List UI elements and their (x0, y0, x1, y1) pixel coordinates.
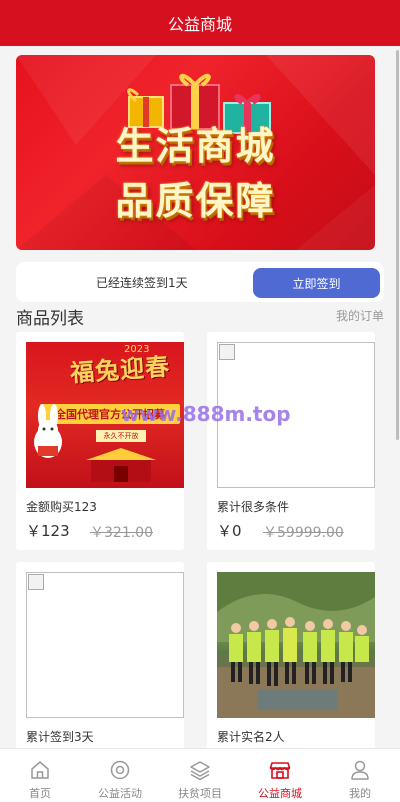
product-price: ￥0 (217, 522, 242, 540)
tab-charity-activities-label: 公益活动 (98, 787, 142, 800)
product-price: ￥123 (26, 522, 70, 540)
product-card[interactable]: 2023 福兔迎春 全国代理官方公开招募 永久不开放 金额购买123 ￥123 … (16, 332, 184, 550)
product-name: 累计很多条件 (217, 500, 290, 514)
my-orders-link[interactable]: 我的订单 (336, 307, 384, 324)
product-original-price: ￥59999.00 (263, 525, 344, 541)
user-icon (351, 760, 369, 780)
product-name: 金额购买123 (26, 500, 97, 514)
banner-subheadline: 品质保障 (115, 179, 276, 223)
tab-home-label: 首页 (29, 787, 51, 800)
product-original-price: ￥321.00 (90, 525, 153, 541)
home-icon (31, 761, 49, 779)
bottom-tab-bar: 首页 公益活动 扶贫项目 公益商城 我的 (0, 748, 400, 802)
tab-home[interactable]: 首页 (0, 749, 80, 802)
product-image-headline: 福兔迎春 (69, 351, 172, 388)
gate-icon (86, 448, 156, 482)
target-icon (110, 760, 130, 780)
tab-mine[interactable]: 我的 (320, 749, 400, 802)
product-name: 累计实名2人 (217, 730, 285, 744)
product-card[interactable]: 累计很多条件 ￥0 ￥59999.00 (207, 332, 375, 550)
tab-mine-label: 我的 (349, 787, 371, 800)
product-name: 累计签到3天 (26, 730, 94, 744)
broken-image-icon (28, 574, 44, 590)
broken-image-icon (219, 344, 235, 360)
tab-poverty-projects[interactable]: 扶贫项目 (160, 749, 240, 802)
scrollbar[interactable] (396, 50, 399, 440)
shop-icon (269, 762, 291, 779)
product-image-subtext: 永久不开放 (96, 430, 146, 442)
signin-panel: 已经连续签到1天 立即签到 (16, 262, 384, 302)
tab-charity-mall-label: 公益商城 (258, 787, 302, 800)
watermark-text: www.888m.top (121, 402, 291, 426)
rabbit-icon (34, 404, 62, 458)
group-photo (217, 572, 375, 718)
product-image (217, 572, 375, 718)
page-title: 公益商城 (167, 15, 232, 34)
section-title: 商品列表 (16, 309, 84, 329)
tab-poverty-projects-label: 扶贫项目 (178, 787, 222, 800)
signin-button[interactable]: 立即签到 (253, 268, 380, 298)
banner-headline: 生活商城 (115, 124, 276, 168)
product-image-placeholder (26, 572, 184, 718)
promo-banner[interactable]: 生活商城 品质保障 (16, 55, 375, 250)
signin-status: 已经连续签到1天 (96, 276, 188, 290)
top-header: 公益商城 (0, 0, 400, 46)
tab-charity-mall[interactable]: 公益商城 (240, 749, 320, 802)
tab-charity-activities[interactable]: 公益活动 (80, 749, 160, 802)
layers-icon (190, 761, 210, 781)
